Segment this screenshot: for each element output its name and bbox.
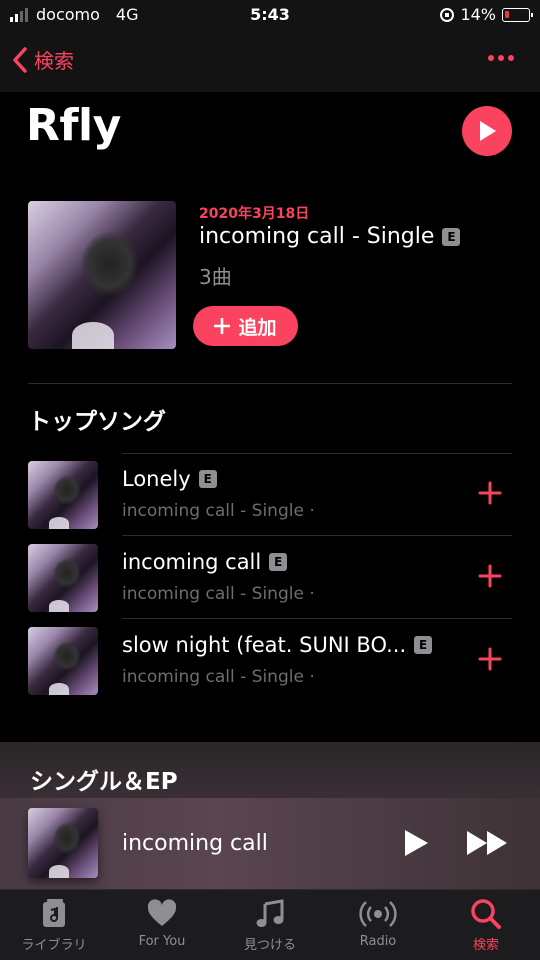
rotation-lock-icon <box>440 7 455 22</box>
back-button[interactable]: 検索 <box>12 45 74 74</box>
radio-icon <box>359 901 397 927</box>
plus-icon <box>214 318 231 334</box>
divider <box>28 383 512 384</box>
tab-library[interactable]: ライブラリ <box>0 890 108 960</box>
song-subtitle: incoming call - Single · <box>122 667 315 687</box>
add-song-plus-icon[interactable] <box>478 647 502 671</box>
singles-heading: シングル＆EP <box>30 769 178 795</box>
battery-percent: 14% <box>460 5 496 24</box>
explicit-badge: E <box>442 227 461 246</box>
tab-label: Radio <box>359 934 397 949</box>
back-label: 検索 <box>34 49 74 73</box>
navigation-bar: 検索 <box>0 30 540 92</box>
release-title-text: incoming call - Single <box>199 224 435 249</box>
song-subtitle: incoming call - Single · <box>122 501 315 521</box>
more-icon <box>488 55 494 61</box>
tab-label: ライブラリ <box>21 938 87 953</box>
song-subtitle: incoming call - Single · <box>122 584 315 604</box>
tab-for-you[interactable]: For You <box>108 890 216 960</box>
release-date: 2020年3月18日 <box>199 206 310 222</box>
mini-player-region: シングル＆EP incoming call <box>0 742 540 889</box>
play-artist-button[interactable] <box>462 106 512 156</box>
play-icon <box>480 121 496 141</box>
song-title: Lonely E <box>122 467 217 491</box>
now-playing-bar[interactable]: incoming call <box>0 798 540 889</box>
music-note-icon <box>256 899 284 927</box>
explicit-badge: E <box>198 470 217 488</box>
more-options-button[interactable] <box>488 55 514 61</box>
explicit-badge: E <box>269 553 288 571</box>
song-title-text: incoming call <box>122 550 262 574</box>
search-icon <box>471 899 501 929</box>
heart-icon <box>147 899 177 926</box>
tab-browse[interactable]: 見つける <box>216 890 324 960</box>
song-title-text: slow night (feat. SUNI BO... <box>122 633 407 657</box>
song-title-text: Lonely <box>122 467 191 491</box>
song-title: incoming call E <box>122 550 288 574</box>
song-artwork <box>28 461 98 529</box>
release-title[interactable]: incoming call - Single E <box>199 224 461 249</box>
now-playing-title[interactable]: incoming call <box>122 831 268 856</box>
song-title: slow night (feat. SUNI BO... E <box>122 633 433 657</box>
song-row[interactable]: Lonely E incoming call - Single · <box>28 453 512 535</box>
status-bar: docomo 4G 5:43 14% <box>0 0 540 30</box>
latest-release-artwork[interactable] <box>28 201 176 349</box>
song-artwork <box>28 544 98 612</box>
library-icon <box>43 899 65 927</box>
add-song-plus-icon[interactable] <box>478 564 502 588</box>
divider <box>28 742 512 743</box>
play-icon[interactable] <box>402 828 430 858</box>
add-release-button[interactable]: 追加 <box>193 306 298 346</box>
add-song-plus-icon[interactable] <box>478 481 502 505</box>
now-playing-artwork[interactable] <box>28 808 98 878</box>
tab-label: For You <box>138 934 186 949</box>
explicit-badge: E <box>414 636 433 654</box>
artist-name: Rfly <box>26 100 121 151</box>
song-artwork <box>28 627 98 695</box>
tab-label: 検索 <box>472 938 499 953</box>
tab-bar: ライブラリ For You 見つける Radio 検索 <box>0 889 540 960</box>
song-row[interactable]: slow night (feat. SUNI BO... E incoming … <box>28 619 512 701</box>
chevron-left-icon <box>13 46 27 73</box>
song-row[interactable]: incoming call E incoming call - Single · <box>28 536 512 618</box>
add-label: 追加 <box>238 316 277 339</box>
top-songs-heading: トップソング <box>28 409 166 435</box>
release-track-count: 3曲 <box>199 265 232 289</box>
battery-icon <box>502 7 533 22</box>
fast-forward-icon[interactable] <box>465 828 511 858</box>
tab-label: 見つける <box>243 938 296 953</box>
tab-search[interactable]: 検索 <box>432 890 540 960</box>
tab-radio[interactable]: Radio <box>324 890 432 960</box>
